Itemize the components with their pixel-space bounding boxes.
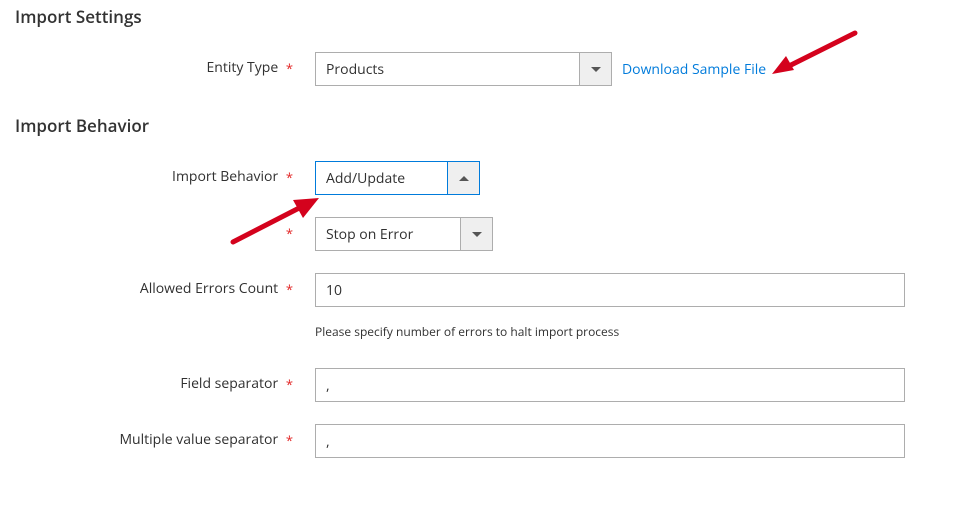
label-entity-type-text: Entity Type xyxy=(207,58,279,77)
required-marker: * xyxy=(282,59,293,77)
label-import-behavior: Import Behavior * xyxy=(15,161,315,186)
import-behavior-dropdown-button[interactable] xyxy=(447,162,479,194)
field-row-on-error: * Stop on Error xyxy=(15,217,943,251)
import-behavior-select[interactable]: Add/Update xyxy=(315,161,480,195)
on-error-select[interactable]: Stop on Error xyxy=(315,217,493,251)
section-title-import-settings: Import Settings xyxy=(15,5,943,28)
required-marker: * xyxy=(282,280,293,298)
field-row-multi-separator: Multiple value separator * xyxy=(15,424,943,458)
on-error-value: Stop on Error xyxy=(316,218,460,250)
label-field-separator: Field separator * xyxy=(15,368,315,393)
required-marker: * xyxy=(282,168,293,186)
entity-type-value: Products xyxy=(316,53,579,85)
field-row-import-behavior: Import Behavior * Add/Update xyxy=(15,161,943,195)
label-multi-separator: Multiple value separator * xyxy=(15,424,315,449)
label-allowed-errors: Allowed Errors Count * xyxy=(15,273,315,298)
required-marker: * xyxy=(282,375,293,393)
chevron-up-icon xyxy=(459,176,469,181)
on-error-dropdown-button[interactable] xyxy=(460,218,492,250)
allowed-errors-input[interactable] xyxy=(315,273,905,307)
allowed-errors-helper: Please specify number of errors to halt … xyxy=(315,323,943,340)
section-import-settings: Import Settings Entity Type * Products D… xyxy=(15,5,943,86)
field-row-allowed-errors: Allowed Errors Count * Please specify nu… xyxy=(15,273,943,340)
entity-type-dropdown-button[interactable] xyxy=(579,53,611,85)
field-row-entity-type: Entity Type * Products Download Sample F… xyxy=(15,52,943,86)
entity-type-select[interactable]: Products xyxy=(315,52,612,86)
label-entity-type: Entity Type * xyxy=(15,52,315,77)
field-separator-input[interactable] xyxy=(315,368,905,402)
label-on-error: * xyxy=(15,217,315,242)
chevron-down-icon xyxy=(591,67,601,72)
label-import-behavior-text: Import Behavior xyxy=(172,167,278,186)
label-allowed-errors-text: Allowed Errors Count xyxy=(140,279,278,298)
label-field-separator-text: Field separator xyxy=(180,374,278,393)
section-title-import-behavior: Import Behavior xyxy=(15,114,943,137)
section-import-behavior: Import Behavior Import Behavior * Add/Up… xyxy=(15,114,943,458)
multi-separator-input[interactable] xyxy=(315,424,905,458)
field-row-field-separator: Field separator * xyxy=(15,368,943,402)
import-behavior-value: Add/Update xyxy=(316,162,447,194)
required-marker: * xyxy=(282,431,293,449)
required-marker: * xyxy=(282,224,293,242)
label-multi-separator-text: Multiple value separator xyxy=(119,430,278,449)
chevron-down-icon xyxy=(472,232,482,237)
download-sample-file-link[interactable]: Download Sample File xyxy=(622,60,766,79)
